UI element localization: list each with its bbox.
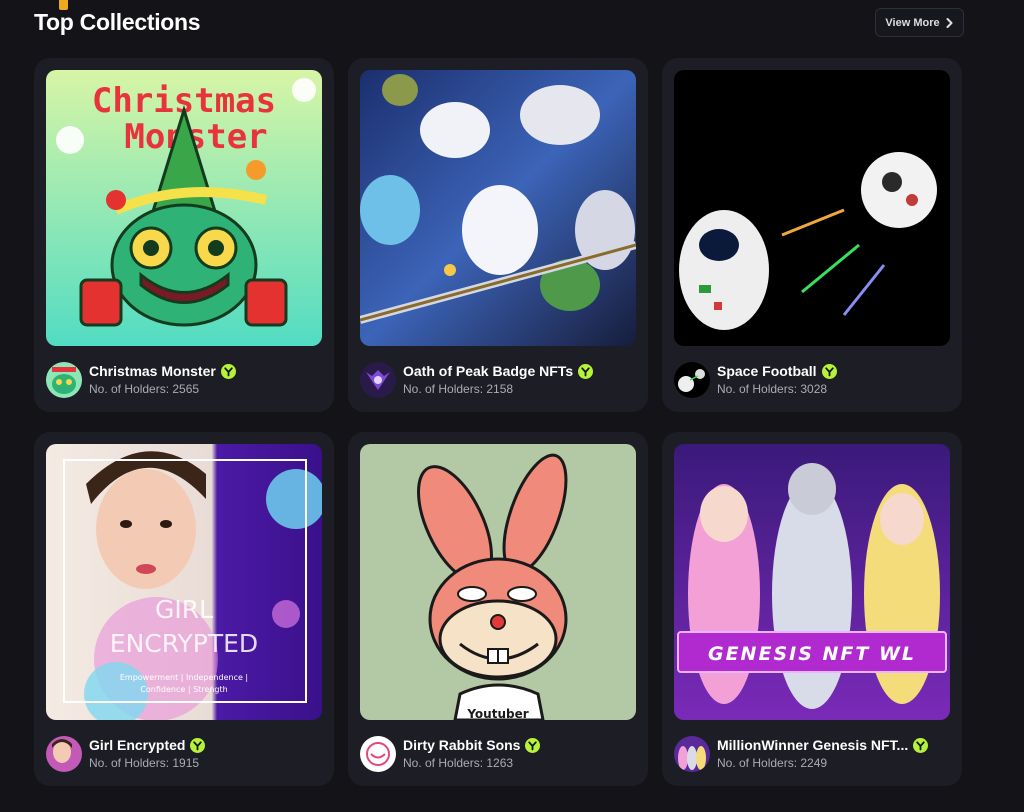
collection-meta: Girl Encrypted No. of Holders: 1915	[46, 734, 322, 774]
holders-count: No. of Holders: 3028	[717, 382, 828, 396]
collection-avatar	[674, 736, 710, 772]
collection-name-row: Christmas Monster	[89, 363, 236, 379]
collection-name-row: Girl Encrypted	[89, 737, 206, 753]
collections-grid: Christmas Monster Christmas Monster No. …	[34, 58, 962, 786]
image-text-tagline-2: Confidence | Strength	[140, 685, 227, 694]
verified-badge-icon	[821, 363, 837, 379]
image-text-girl: GIRL	[155, 595, 213, 624]
collection-card-oath-of-peak[interactable]: Oath of Peak Badge NFTs No. of Holders: …	[348, 58, 648, 412]
collection-avatar	[360, 736, 396, 772]
collection-image[interactable]	[360, 70, 636, 346]
collection-image[interactable]	[674, 70, 950, 346]
collection-meta: Space Football No. of Holders: 3028	[674, 360, 950, 400]
holders-count: No. of Holders: 2249	[717, 756, 828, 770]
collection-name[interactable]: Oath of Peak Badge NFTs	[403, 363, 573, 379]
holders-count: No. of Holders: 2565	[89, 382, 200, 396]
collection-meta: Christmas Monster No. of Holders: 2565	[46, 360, 322, 400]
collection-image[interactable]: Youtuber	[360, 444, 636, 720]
holders-count: No. of Holders: 2158	[403, 382, 514, 396]
image-text-genesis: GENESIS NFT WL	[708, 643, 916, 665]
view-more-label: View More	[885, 16, 940, 29]
collection-name[interactable]: Girl Encrypted	[89, 737, 185, 753]
chevron-right-icon	[946, 17, 954, 28]
collection-meta: Oath of Peak Badge NFTs No. of Holders: …	[360, 360, 636, 400]
section-header: Top Collections View More	[34, 8, 964, 40]
verified-badge-icon	[525, 737, 541, 753]
collection-avatar	[360, 362, 396, 398]
collection-name-row: MillionWinner Genesis NFT...	[717, 737, 929, 753]
collection-meta: MillionWinner Genesis NFT... No. of Hold…	[674, 734, 950, 774]
verified-badge-icon	[190, 737, 206, 753]
verified-badge-icon	[913, 737, 929, 753]
image-text-encrypted: ENCRYPTED	[110, 629, 258, 658]
collection-image[interactable]: GIRL ENCRYPTED Empowerment | Independenc…	[46, 444, 322, 720]
view-more-button[interactable]: View More	[875, 8, 964, 37]
top-collections-page: Top Collections View More Christmas Mons…	[0, 0, 1024, 812]
image-text-shirt: Youtuber	[466, 707, 528, 720]
collection-name[interactable]: Christmas Monster	[89, 363, 216, 379]
collection-image[interactable]: GENESIS NFT WL	[674, 444, 950, 720]
verified-badge-icon	[220, 363, 236, 379]
section-title: Top Collections	[34, 9, 201, 35]
collection-avatar	[46, 736, 82, 772]
verified-badge-icon	[578, 363, 594, 379]
collection-image[interactable]: Christmas Monster	[46, 70, 322, 346]
collection-name-row: Oath of Peak Badge NFTs	[403, 363, 594, 379]
collection-card-millionwinner-genesis[interactable]: GENESIS NFT WL MillionWinner Genesis NFT…	[662, 432, 962, 786]
collection-meta: Dirty Rabbit Sons No. of Holders: 1263	[360, 734, 636, 774]
collection-card-space-football[interactable]: Space Football No. of Holders: 3028	[662, 58, 962, 412]
collection-name-row: Space Football	[717, 363, 837, 379]
image-text-tagline-1: Empowerment | Independence |	[120, 673, 248, 682]
collection-card-dirty-rabbit-sons[interactable]: Youtuber Dirty Rabbit Sons No. of Holder…	[348, 432, 648, 786]
collection-name[interactable]: Space Football	[717, 363, 817, 379]
holders-count: No. of Holders: 1915	[89, 756, 200, 770]
collection-name[interactable]: MillionWinner Genesis NFT...	[717, 737, 908, 753]
collection-name[interactable]: Dirty Rabbit Sons	[403, 737, 520, 753]
collection-card-girl-encrypted[interactable]: GIRL ENCRYPTED Empowerment | Independenc…	[34, 432, 334, 786]
collection-card-christmas-monster[interactable]: Christmas Monster Christmas Monster No. …	[34, 58, 334, 412]
holders-count: No. of Holders: 1263	[403, 756, 514, 770]
collection-avatar	[46, 362, 82, 398]
collection-name-row: Dirty Rabbit Sons	[403, 737, 541, 753]
collection-avatar	[674, 362, 710, 398]
